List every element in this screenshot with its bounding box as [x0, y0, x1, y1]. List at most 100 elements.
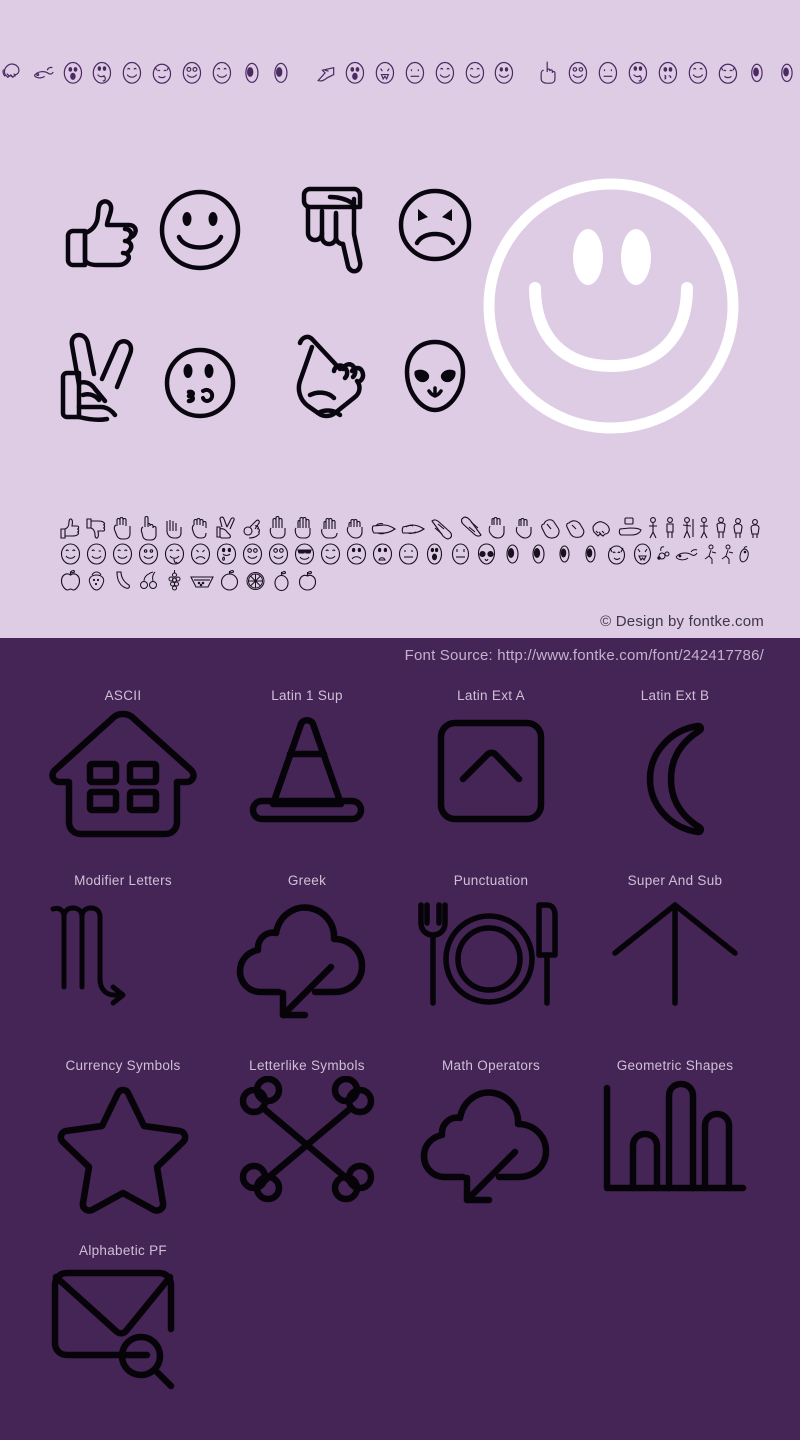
scorpio-symbol-icon — [43, 891, 203, 1041]
font-source-url: Font Source: http://www.fontke.com/font/… — [404, 647, 764, 664]
traffic-cone-icon — [227, 706, 387, 856]
whale-icon — [675, 549, 698, 561]
smile-4-icon — [320, 543, 341, 565]
three-fingers-icon — [269, 515, 286, 539]
frown-icon — [190, 543, 211, 565]
hand-point-up-icon — [540, 61, 556, 84]
eye-icon — [274, 62, 288, 83]
eye-icon — [751, 63, 764, 83]
showcase-pair-point-up-alien — [290, 325, 490, 435]
watermelon-slice-icon — [190, 576, 214, 588]
face-smile-icon — [569, 61, 588, 84]
face-smile-icon — [122, 61, 142, 84]
index-up-icon — [140, 515, 157, 541]
alien-face-icon — [404, 339, 466, 413]
block-label: Latin Ext B — [640, 688, 710, 703]
face-smile-2-icon — [212, 61, 231, 84]
ok-hand-icon — [243, 519, 260, 539]
smile-icon — [60, 543, 81, 565]
face-grin-eyes-icon — [182, 61, 202, 84]
unicode-blocks-grid: ASCII Latin 1 Sup Latin Ext A Latin Ext … — [0, 680, 800, 1420]
specimen-title-dingbat-row — [0, 48, 800, 96]
smiley-face-icon — [159, 189, 241, 271]
block-label: Punctuation — [453, 873, 529, 888]
hand-point-down-icon — [301, 186, 363, 274]
cherries-icon — [140, 571, 157, 589]
raised-hand-icon — [321, 517, 338, 539]
cutlery-plate-icon — [411, 891, 571, 1041]
block-cell-punctuation: Punctuation — [391, 865, 591, 1050]
face-smile-2-icon — [465, 61, 484, 84]
orange-whole-icon — [220, 569, 239, 591]
angry-face-icon — [398, 188, 472, 262]
smile-3-icon — [138, 543, 159, 565]
smile-tongue-icon — [164, 543, 185, 565]
grapes-icon — [168, 570, 181, 591]
eye-icon — [244, 62, 259, 83]
star-icon — [43, 1076, 203, 1226]
house-icon — [43, 706, 203, 856]
person-icon — [649, 517, 657, 539]
showcase-pair-thumbs-up-smiley — [55, 175, 255, 285]
charmap-row-faces — [0, 541, 800, 567]
arrow-up-icon — [595, 891, 755, 1041]
face-open-mouth-icon — [63, 61, 82, 84]
point-right-icon — [371, 523, 396, 535]
chevron-up-square-icon — [411, 706, 571, 856]
bee-icon — [657, 546, 670, 560]
block-label: ASCII — [104, 688, 142, 703]
face-fangs-icon — [375, 61, 395, 84]
alien-icon — [477, 543, 496, 565]
person-5-icon — [716, 517, 726, 538]
block-label: Geometric Shapes — [616, 1058, 734, 1073]
block-cell-ascii: ASCII — [23, 680, 223, 865]
mail-search-icon — [43, 1261, 203, 1411]
face-sunglasses-icon — [294, 543, 315, 565]
person-3-icon — [682, 517, 694, 539]
face-fangs-icon — [633, 543, 652, 565]
hand-wave-icon — [541, 519, 560, 539]
hand-offer-icon — [618, 517, 642, 536]
point-right-2-icon — [401, 524, 425, 534]
eye-icon — [506, 544, 519, 564]
face-neutral-icon — [405, 61, 425, 84]
peach-icon — [298, 570, 317, 591]
charmap-row-hands-and-people — [0, 515, 800, 541]
hands-apart-icon — [515, 517, 532, 539]
strawberry-icon — [88, 571, 105, 591]
point-up-left-icon — [460, 516, 482, 537]
block-label: Modifier Letters — [74, 873, 172, 888]
person-2-icon — [666, 517, 674, 538]
victory-peace-hand-icon — [60, 332, 134, 423]
block-cell-math-operators: Math Operators — [391, 1050, 591, 1235]
person-7-icon — [750, 519, 760, 538]
face-tear-icon — [216, 543, 237, 565]
fist-up-icon — [113, 516, 131, 540]
person-4-icon — [700, 517, 708, 539]
block-label: Alphabetic PF — [79, 1243, 167, 1258]
crescent-moon-icon — [595, 706, 755, 856]
face-grin-icon — [242, 543, 263, 565]
cat-face-icon — [152, 63, 172, 84]
block-cell-geometric-shapes: Geometric Shapes — [575, 1050, 775, 1235]
kissing-face-icon — [164, 347, 236, 419]
unicode-blocks-row: ASCII Latin 1 Sup Latin Ext A Latin Ext … — [0, 680, 800, 865]
specimen-light-panel: © Design by fontke.com — [0, 0, 800, 638]
face-smile-icon — [435, 61, 454, 84]
hand-grab-icon — [191, 517, 207, 539]
thumbs-down-icon — [86, 518, 106, 539]
cloud-download-icon — [227, 891, 387, 1041]
thumbs-up-hand-icon — [65, 199, 138, 268]
smile-wink-icon — [86, 543, 107, 565]
face-smile-3-icon — [495, 61, 514, 84]
eye-4-icon — [585, 545, 596, 563]
hand-point-up-index-icon — [296, 334, 366, 419]
showcase-pair-peace-kiss — [55, 325, 255, 435]
charmap-row-fruit — [0, 567, 800, 593]
copyright-text: © Design by fontke.com — [600, 613, 764, 630]
face-flat-icon — [451, 543, 470, 565]
block-cell-alphabetic-pf: Alphabetic PF — [23, 1235, 223, 1420]
point-down-right-icon — [431, 519, 453, 540]
unicode-blocks-row: Currency Symbols Letterlike Symbols Math… — [0, 1050, 800, 1235]
showcase-glyph-area — [0, 160, 800, 460]
